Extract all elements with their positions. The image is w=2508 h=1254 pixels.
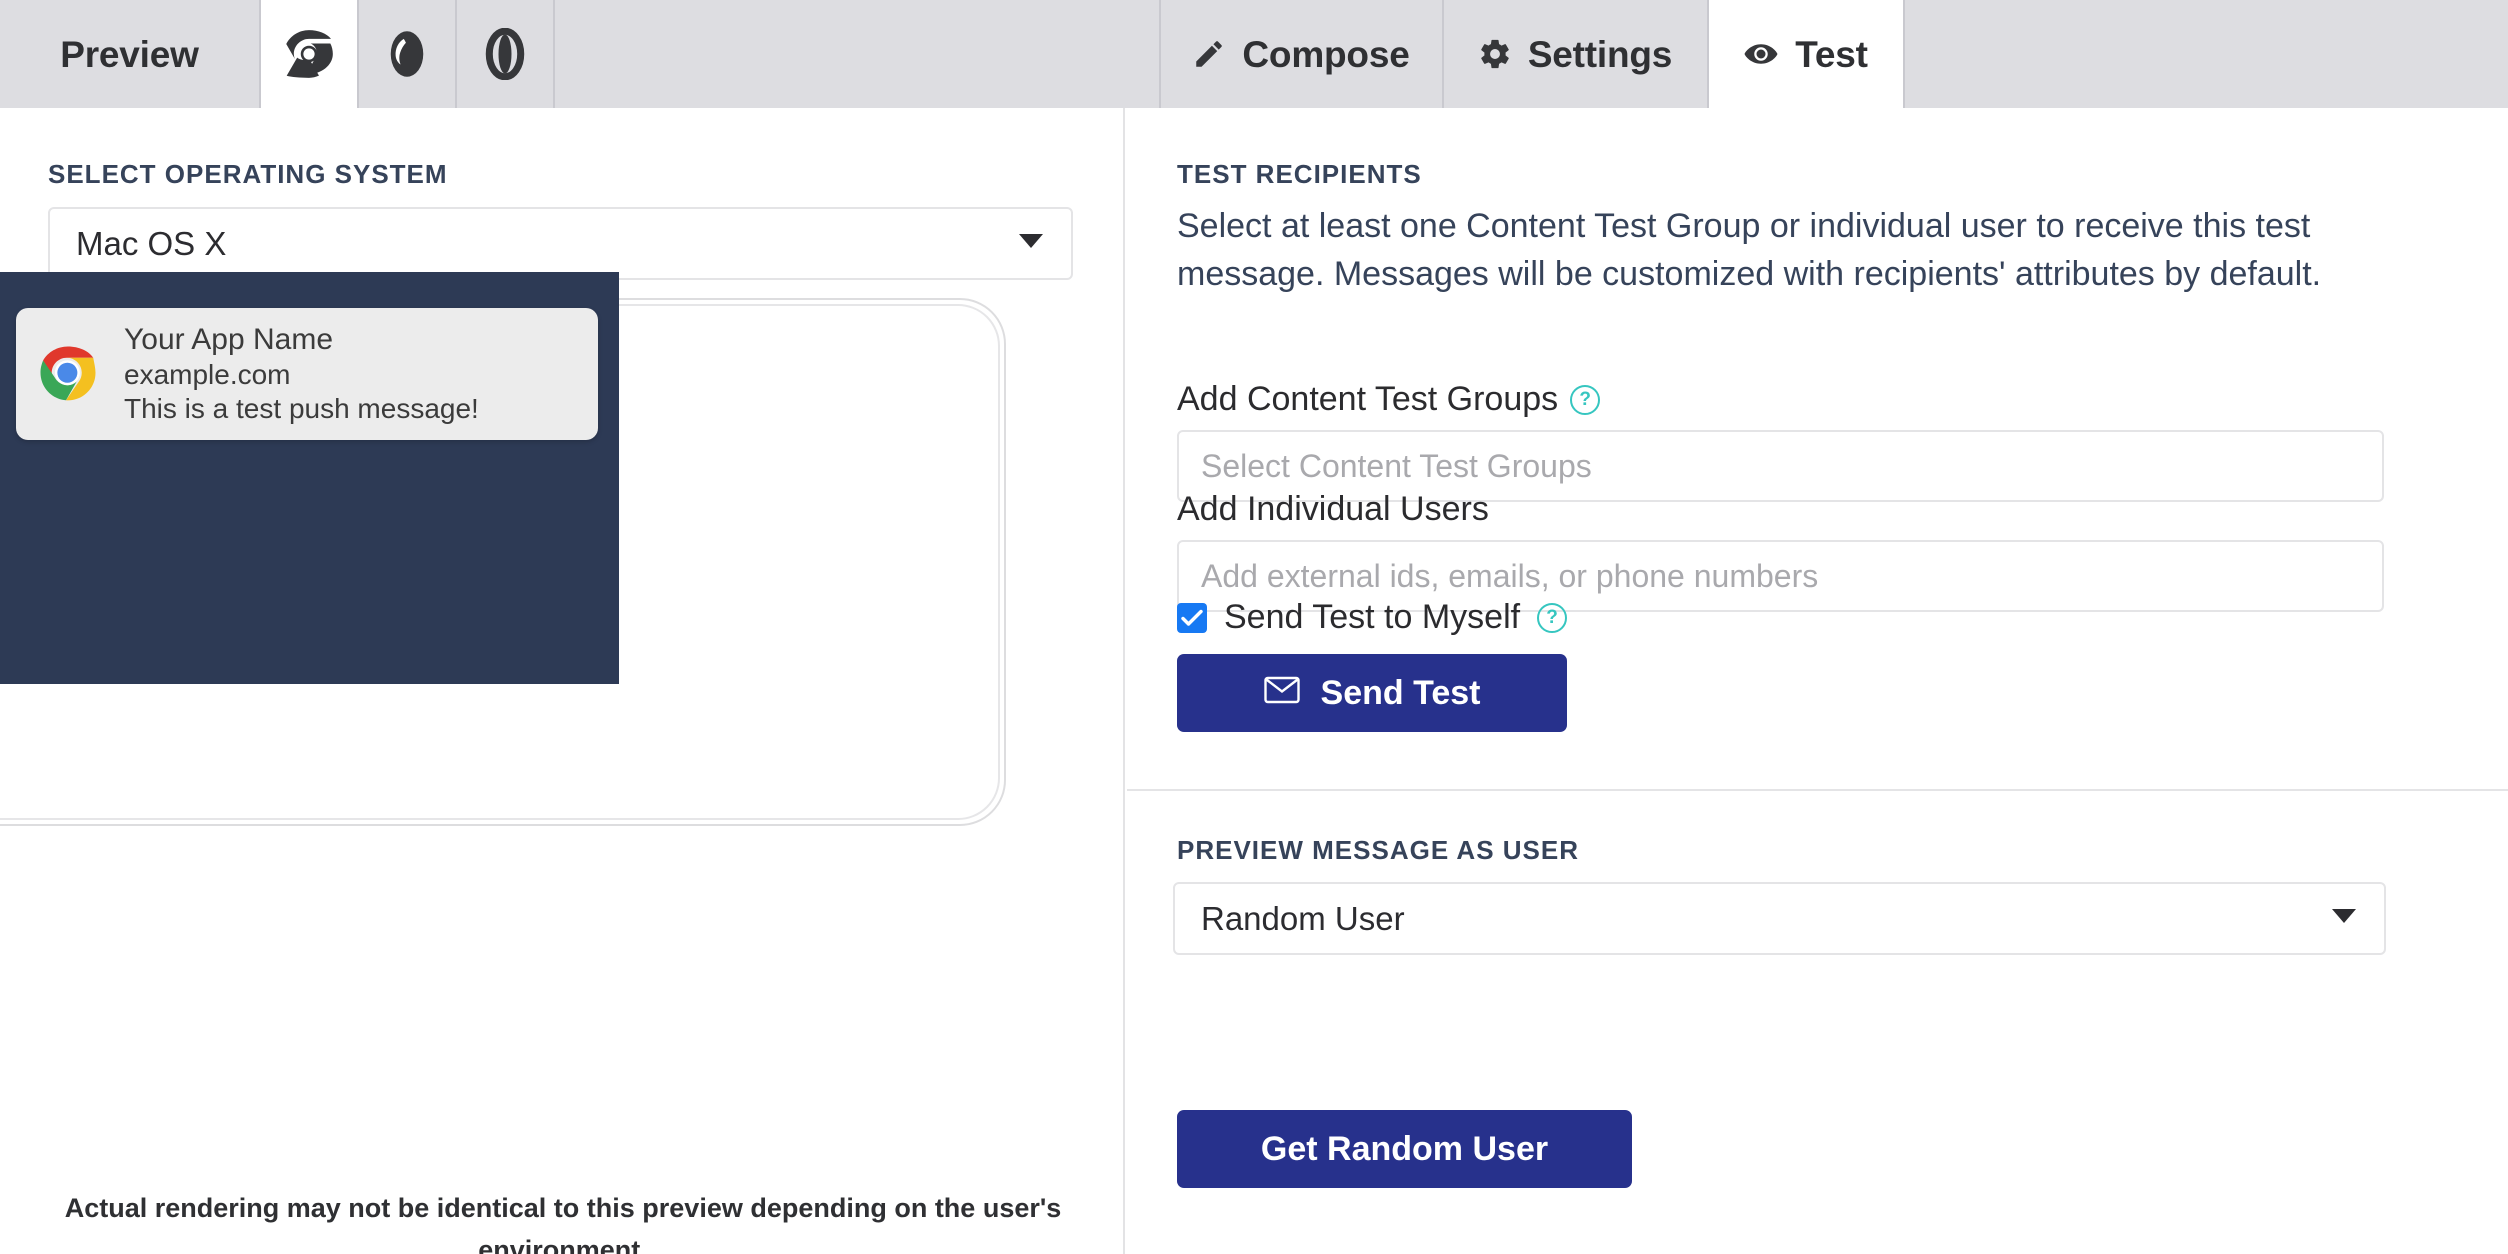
main-content: SELECT OPERATING SYSTEM Mac OS X Your Ap…	[0, 108, 2508, 1254]
envelope-icon	[1263, 674, 1300, 713]
notification-body: This is a test push message!	[124, 392, 479, 424]
tab-compose[interactable]: Compose	[1160, 0, 1444, 108]
tab-bar-spacer	[555, 0, 1161, 108]
tab-test[interactable]: Test	[1708, 0, 1905, 108]
firefox-icon	[381, 28, 433, 80]
preview-user-select[interactable]: Random User	[1173, 882, 2386, 955]
gear-icon	[1478, 37, 1512, 71]
preview-disclaimer: Actual rendering may not be identical to…	[64, 1193, 1062, 1254]
tab-browser-firefox[interactable]	[359, 0, 457, 108]
os-select-value: Mac OS X	[76, 224, 227, 262]
tab-browser-chrome[interactable]	[261, 0, 359, 108]
help-icon-content-groups[interactable]: ?	[1570, 384, 1601, 415]
pencil-icon	[1192, 37, 1226, 71]
tab-compose-label: Compose	[1242, 33, 1410, 75]
tab-settings[interactable]: Settings	[1443, 0, 1709, 108]
help-icon-send-to-myself[interactable]: ?	[1537, 602, 1568, 633]
send-test-button-label: Send Test	[1320, 673, 1481, 712]
send-to-myself-row: Send Test to Myself ?	[1177, 598, 1568, 637]
individual-users-label-row: Add Individual Users	[1177, 490, 1489, 529]
preview-as-user-heading: PREVIEW MESSAGE AS USER	[1177, 835, 1579, 865]
tab-bar-endcap	[1904, 0, 2508, 108]
test-recipients-heading: TEST RECIPIENTS	[1177, 159, 1422, 189]
app-root: Preview Compose Settings Test SELECT OPE…	[0, 0, 2508, 1254]
chrome-logo-icon	[38, 344, 98, 404]
send-test-button[interactable]: Send Test	[1177, 654, 1567, 732]
preview-user-select-value: Random User	[1201, 899, 1405, 937]
tab-browser-opera[interactable]	[457, 0, 555, 108]
individual-users-label: Add Individual Users	[1177, 490, 1489, 528]
tab-preview: Preview	[0, 0, 261, 108]
tab-preview-label: Preview	[60, 33, 199, 75]
chrome-icon	[283, 28, 335, 80]
chevron-down-icon-user	[2330, 907, 2358, 930]
content-test-groups-label: Add Content Test Groups	[1177, 380, 1559, 418]
tab-test-label: Test	[1795, 33, 1868, 75]
opera-icon	[479, 28, 531, 80]
send-to-myself-label: Send Test to Myself	[1224, 598, 1521, 636]
notification-text-block: Your App Name example.com This is a test…	[124, 322, 479, 426]
top-tab-bar: Preview Compose Settings Test	[0, 0, 2508, 108]
individual-users-placeholder: Add external ids, emails, or phone numbe…	[1201, 557, 1819, 594]
notification-app-name: Your App Name	[124, 323, 334, 357]
section-divider	[1127, 789, 2508, 791]
test-recipients-description: Select at least one Content Test Group o…	[1177, 207, 2322, 294]
eye-icon	[1743, 36, 1779, 72]
device-screen: Your App Name example.com This is a test…	[0, 272, 619, 684]
preview-pane: SELECT OPERATING SYSTEM Mac OS X Your Ap…	[0, 108, 1125, 1254]
content-test-groups-label-row: Add Content Test Groups ?	[1177, 380, 1601, 419]
get-random-user-button-label: Get Random User	[1260, 1129, 1549, 1168]
tab-settings-label: Settings	[1527, 33, 1673, 75]
send-to-myself-checkbox[interactable]	[1177, 602, 1207, 633]
chevron-down-icon	[1017, 232, 1045, 255]
get-random-user-button[interactable]: Get Random User	[1177, 1110, 1632, 1188]
notification-domain: example.com	[124, 358, 291, 390]
os-section-label: SELECT OPERATING SYSTEM	[48, 159, 448, 189]
content-test-groups-placeholder: Select Content Test Groups	[1201, 447, 1592, 484]
push-notification-preview: Your App Name example.com This is a test…	[16, 308, 598, 440]
os-select[interactable]: Mac OS X	[48, 207, 1073, 280]
test-pane: TEST RECIPIENTS Select at least one Cont…	[1127, 108, 2508, 1254]
